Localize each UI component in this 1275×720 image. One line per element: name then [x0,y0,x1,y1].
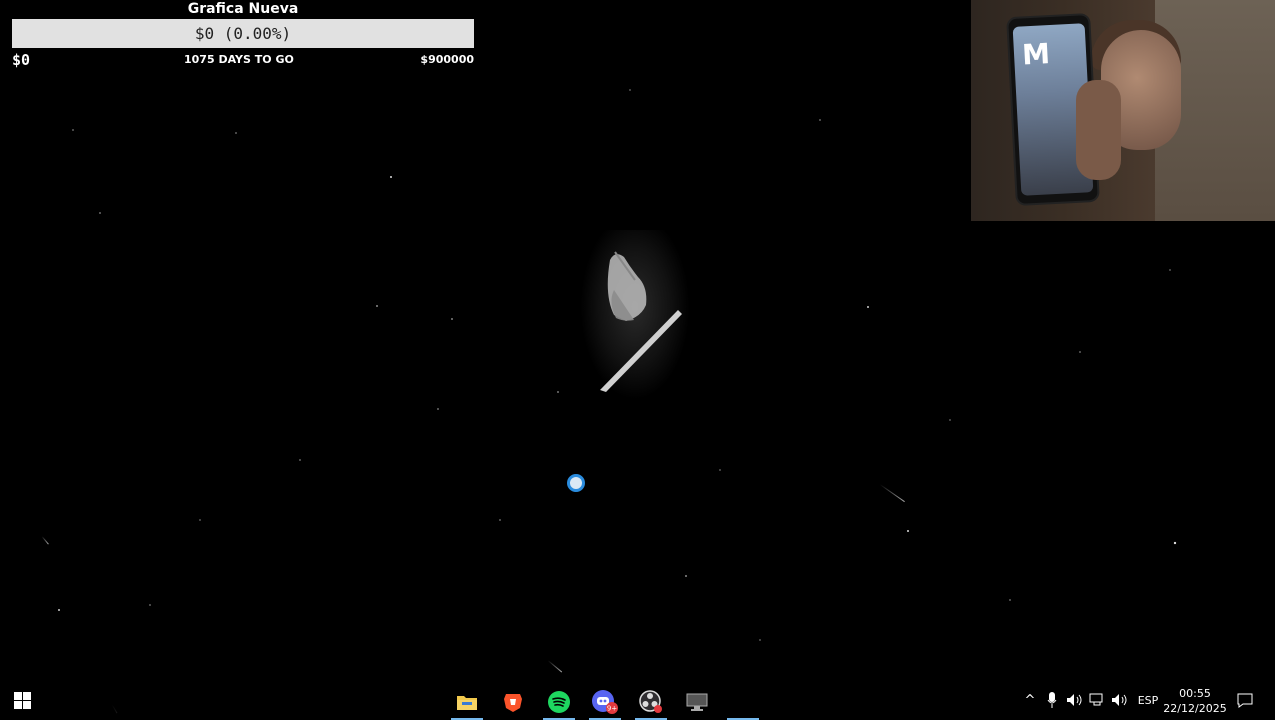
obs-icon [639,690,662,713]
taskbar-file-explorer-button[interactable] [447,684,487,720]
phone-screen-text: M [1021,37,1051,72]
action-center-button[interactable] [1235,680,1255,720]
monitor-icon [686,693,708,711]
silver-surfer-wallpaper-figure [580,230,690,400]
goal-days-left: 1075 DAYS TO GO [184,53,294,66]
network-tray-button[interactable] [1088,680,1106,720]
taskbar-brave-button[interactable] [493,684,533,720]
goal-progress-widget: Grafica Nueva $0 (0.00%) $0 1075 DAYS TO… [12,0,474,70]
discord-notification-badge: 9+ [607,705,617,713]
speaker-icon [1112,694,1127,706]
volume-secondary-tray-button[interactable] [1110,680,1128,720]
goal-progress-bar: $0 (0.00%) [12,19,474,48]
taskbar-spotify-button[interactable] [539,684,579,720]
discord-icon: 9+ [592,690,618,714]
taskbar-discord-button[interactable]: 9+ [585,684,625,720]
spotify-icon [548,691,570,713]
webcam-person-hand [1076,80,1121,180]
windows-taskbar: 9+ ^ ESP 00:55 22/12/2025 [0,680,1275,720]
clock-date: 22/12/2025 [1163,702,1227,715]
show-hidden-icons-button[interactable]: ^ [1022,680,1038,720]
busy-cursor-icon [567,474,585,492]
microphone-icon [1047,692,1057,708]
goal-title: Grafica Nueva [187,1,299,17]
brave-lion-icon [504,694,522,712]
goal-progress-text: $0 (0.00%) [194,24,292,43]
network-ethernet-icon [1089,693,1103,706]
webcam-overlay: M [971,0,1275,221]
taskbar-obs-button[interactable] [631,684,671,720]
windows-logo-icon [14,692,31,709]
speaker-icon [1067,694,1082,706]
taskbar-monitor-app-button[interactable] [677,684,717,720]
volume-tray-button[interactable] [1065,680,1083,720]
notification-icon [1237,693,1253,708]
taskbar-active-window-button[interactable] [723,684,763,720]
goal-target-value: $900000 [420,53,474,66]
start-button[interactable] [14,692,31,709]
chevron-up-icon: ^ [1024,692,1036,708]
folder-icon [457,696,477,710]
goal-start-value: $0 [12,51,31,69]
clock-time: 00:55 [1179,687,1211,700]
system-clock[interactable]: 00:55 22/12/2025 [1160,686,1230,716]
input-language-indicator[interactable]: ESP [1134,680,1162,720]
microphone-tray-button[interactable] [1044,680,1060,720]
